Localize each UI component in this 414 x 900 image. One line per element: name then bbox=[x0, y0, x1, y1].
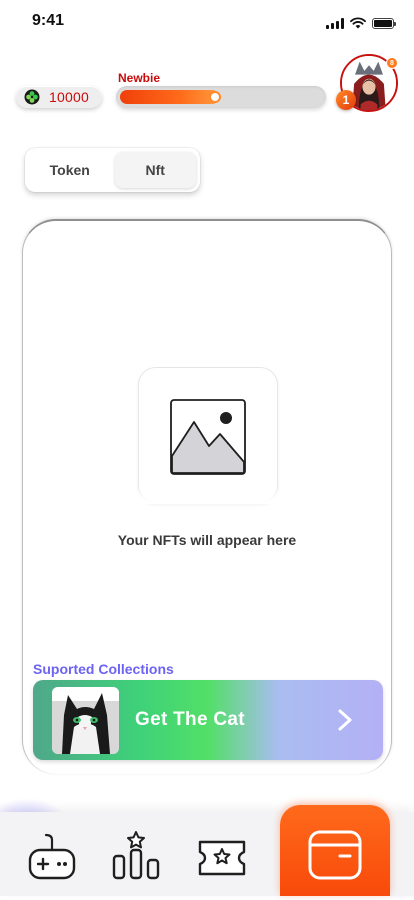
ticket-icon bbox=[198, 840, 246, 876]
leaderboard-icon bbox=[112, 831, 160, 880]
battery-icon bbox=[372, 17, 396, 29]
wallet-icon bbox=[308, 830, 362, 880]
notification-badge: 8 bbox=[386, 57, 398, 69]
level-label: Newbie bbox=[118, 71, 161, 85]
empty-nft-message: Your NFTs will appear here bbox=[117, 532, 297, 548]
supported-collections-heading: Suported Collections bbox=[33, 661, 174, 677]
collection-card-get-the-cat[interactable]: Get The Cat bbox=[33, 680, 383, 760]
nft-panel: Your NFTs will appear here Suported Coll… bbox=[22, 219, 392, 774]
nav-tickets[interactable] bbox=[196, 832, 248, 884]
empty-nft-placeholder bbox=[137, 367, 279, 504]
nav-leaderboard[interactable] bbox=[110, 830, 162, 882]
level-progress-knob bbox=[209, 91, 221, 103]
status-icons bbox=[326, 17, 396, 29]
wifi-icon bbox=[350, 17, 366, 29]
chevron-right-icon bbox=[338, 709, 352, 731]
nav-wallet[interactable] bbox=[280, 805, 390, 896]
avatar-level-badge: 1 bbox=[336, 90, 356, 110]
image-placeholder-icon bbox=[170, 399, 246, 475]
level-progress-fill bbox=[120, 90, 219, 104]
collection-name: Get The Cat bbox=[135, 709, 245, 730]
level-progress-bar bbox=[116, 86, 326, 108]
tab-token[interactable]: Token bbox=[29, 152, 111, 188]
status-time: 9:41 bbox=[32, 12, 65, 29]
token-coin-icon bbox=[24, 89, 40, 105]
asset-tab-switcher: Token Nft bbox=[25, 148, 200, 192]
tab-nft[interactable]: Nft bbox=[114, 152, 196, 188]
coin-balance[interactable]: 10000 bbox=[16, 86, 102, 108]
gamepad-icon bbox=[28, 833, 76, 880]
coin-value: 10000 bbox=[49, 89, 89, 105]
status-bar: 9:41 bbox=[0, 0, 414, 44]
collection-thumbnail bbox=[52, 687, 119, 754]
nav-games[interactable] bbox=[26, 830, 78, 882]
signal-icon bbox=[326, 17, 344, 29]
